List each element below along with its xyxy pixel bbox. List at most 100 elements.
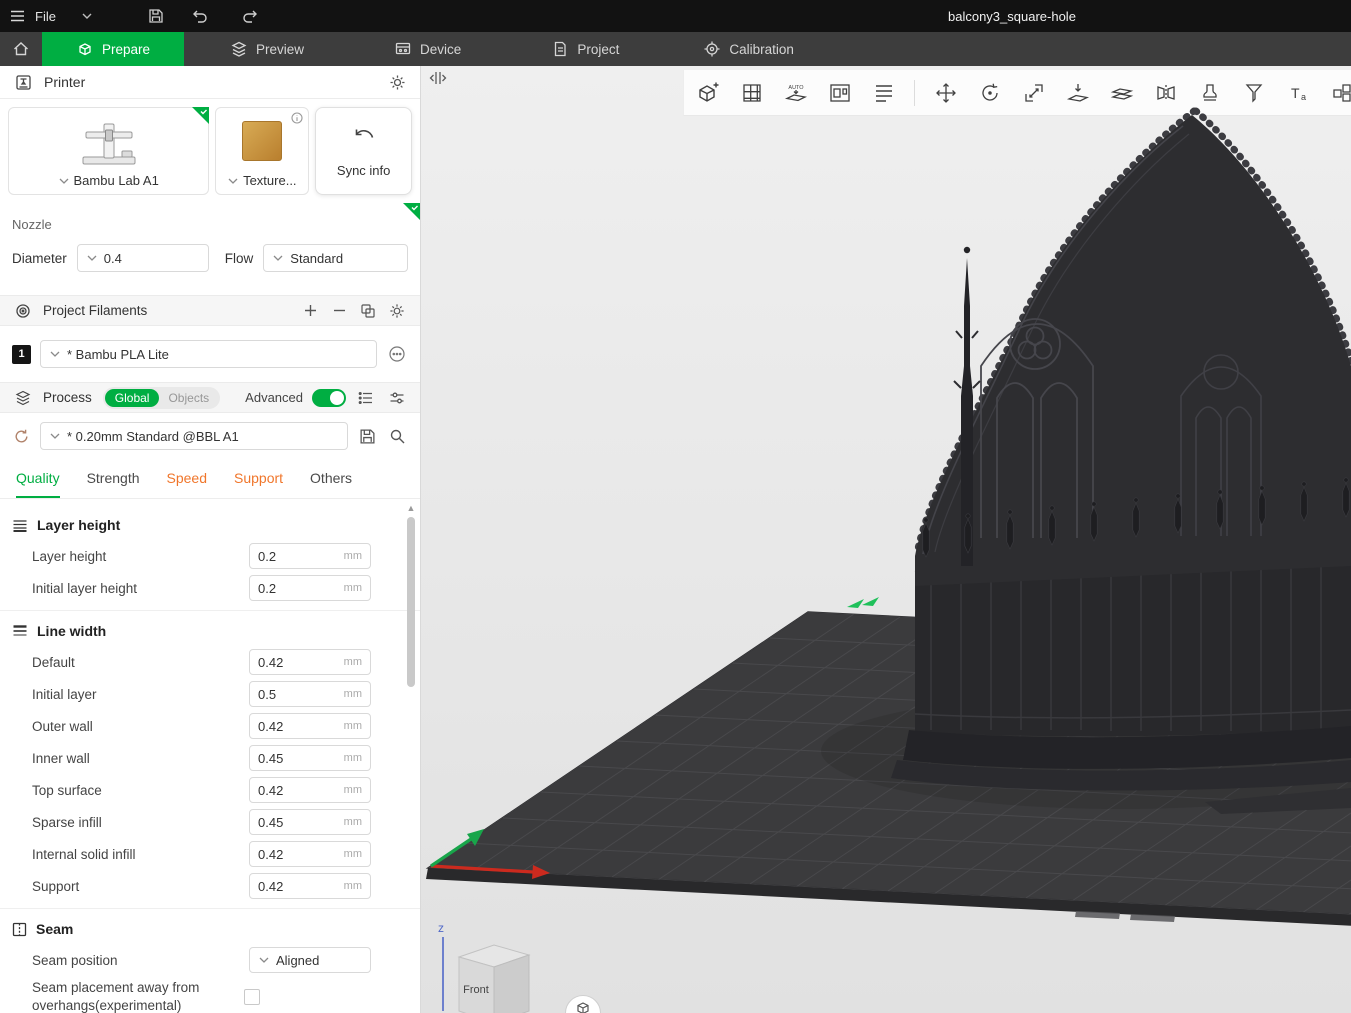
chevron-down-icon (59, 178, 69, 184)
file-menu[interactable]: File (31, 9, 60, 24)
process-scope-toggle[interactable]: Global Objects (103, 387, 220, 409)
nozzle-section: Nozzle Diameter 0.4 Flow Standard (0, 203, 420, 295)
process-icon (12, 387, 34, 409)
line-width-top-surface-input[interactable]: 0.42mm (249, 777, 371, 803)
add-filament-button[interactable] (299, 300, 321, 322)
chevron-down-icon (228, 178, 238, 184)
settings-scrollbar[interactable]: ▲ (405, 503, 417, 1007)
filament-row: 1 * Bambu PLA Lite (0, 326, 420, 382)
layer-height-input[interactable]: 0.2 mm (249, 543, 371, 569)
view-cube[interactable]: Front (449, 933, 539, 1013)
process-tab-speed[interactable]: Speed (167, 459, 207, 498)
tab-label: Device (420, 42, 461, 57)
plate-select-card[interactable]: Texture... (215, 107, 309, 195)
nozzle-section-title: Nozzle (12, 217, 408, 232)
tab-device[interactable]: Device (372, 32, 483, 66)
filament-settings-gear-icon[interactable] (386, 300, 408, 322)
group-title: Line width (37, 623, 106, 639)
tab-label: Project (577, 42, 619, 57)
advanced-label: Advanced (245, 390, 303, 405)
model-gothic-dome[interactable] (891, 111, 1351, 791)
info-icon[interactable] (291, 112, 303, 124)
printer-section-header: Printer (0, 66, 420, 99)
titlebar-chevron-down-icon[interactable] (76, 0, 98, 32)
remove-filament-button[interactable] (328, 300, 350, 322)
seam-position-select[interactable]: Aligned (249, 947, 371, 973)
home-tab[interactable] (0, 32, 42, 66)
hamburger-menu-icon[interactable] (4, 0, 31, 32)
redo-button[interactable] (236, 0, 266, 32)
nozzle-diameter-select[interactable]: 0.4 (77, 244, 209, 272)
filaments-section-title: Project Filaments (43, 303, 147, 318)
prepare-icon (76, 40, 94, 58)
flush-volumes-button[interactable] (357, 300, 379, 322)
scrollbar-up-arrow[interactable]: ▲ (405, 503, 417, 513)
scope-objects[interactable]: Objects (159, 389, 218, 407)
chevron-down-icon (87, 255, 97, 261)
line-width-sparse-infill-input[interactable]: 0.45mm (249, 809, 371, 835)
chevron-down-icon (259, 957, 269, 963)
process-tab-others[interactable]: Others (310, 459, 352, 498)
filament-color-badge[interactable]: 1 (12, 345, 31, 364)
filament-select[interactable]: * Bambu PLA Lite (40, 340, 377, 368)
save-button[interactable] (142, 0, 170, 32)
scrollbar-thumb[interactable] (407, 517, 415, 687)
document-title: balcony3_square-hole (948, 0, 1076, 32)
settings-scroll-area: Layer height Layer height 0.2 mm Initial… (0, 499, 420, 1013)
flow-select[interactable]: Standard (263, 244, 408, 272)
printer-settings-gear-icon[interactable] (386, 71, 408, 93)
titlebar: File balcony3_square-hole (0, 0, 1351, 32)
project-icon (551, 40, 569, 58)
compare-presets-icon[interactable] (355, 387, 377, 409)
group-title: Seam (36, 921, 73, 937)
group-header-layer-height: Layer height (0, 507, 420, 540)
tab-label: Preview (256, 42, 304, 57)
initial-layer-height-input[interactable]: 0.2 mm (249, 575, 371, 601)
search-preset-icon[interactable] (386, 425, 408, 447)
viewport-3d[interactable]: AUTO (421, 66, 1351, 1013)
seam-placement-checkbox[interactable] (244, 989, 260, 1005)
chevron-down-icon (50, 433, 60, 439)
tab-calibration[interactable]: Calibration (681, 32, 816, 66)
sync-info-label: Sync info (337, 163, 390, 178)
tab-label: Prepare (102, 42, 150, 57)
undo-button[interactable] (184, 0, 214, 32)
line-width-inner-wall-input[interactable]: 0.45mm (249, 745, 371, 771)
line-width-support-input[interactable]: 0.42mm (249, 873, 371, 899)
seam-icon (12, 922, 27, 937)
preset-name: * 0.20mm Standard @BBL A1 (67, 429, 239, 444)
printer-select-card[interactable]: Bambu Lab A1 (8, 107, 209, 195)
process-tab-support[interactable]: Support (234, 459, 283, 498)
synced-flag-icon (192, 107, 209, 124)
printer-image (77, 114, 141, 173)
process-tab-quality[interactable]: Quality (16, 459, 60, 498)
layer-height-icon (12, 518, 28, 532)
filament-menu-icon[interactable] (386, 343, 408, 365)
filament-name: * Bambu PLA Lite (67, 347, 169, 362)
process-section-header: Process Global Objects Advanced (0, 382, 420, 413)
tab-project[interactable]: Project (529, 32, 641, 66)
flow-value: Standard (290, 251, 343, 266)
filaments-section-header: Project Filaments (0, 295, 420, 326)
filament-icon (12, 300, 34, 322)
advanced-toggle[interactable] (312, 389, 346, 407)
reset-preset-icon[interactable] (10, 425, 32, 447)
line-width-default-input[interactable]: 0.42mm (249, 649, 371, 675)
setting-row: Layer height 0.2 mm (0, 540, 420, 572)
group-header-seam: Seam (0, 911, 420, 944)
chevron-down-icon (50, 351, 60, 357)
tab-preview[interactable]: Preview (208, 32, 326, 66)
line-width-internal-solid-infill-input[interactable]: 0.42mm (249, 841, 371, 867)
tab-prepare[interactable]: Prepare (42, 32, 184, 66)
nozzle-diameter-value: 0.4 (104, 251, 122, 266)
line-width-outer-wall-input[interactable]: 0.42mm (249, 713, 371, 739)
scope-global[interactable]: Global (105, 389, 160, 407)
tab-label: Calibration (729, 42, 794, 57)
save-preset-icon[interactable] (356, 425, 378, 447)
process-tab-strength[interactable]: Strength (87, 459, 140, 498)
customize-settings-icon[interactable] (386, 387, 408, 409)
sync-info-button[interactable]: Sync info (315, 107, 412, 195)
process-preset-select[interactable]: * 0.20mm Standard @BBL A1 (40, 422, 348, 450)
scene-canvas[interactable] (421, 66, 1351, 1013)
line-width-initial-layer-input[interactable]: 0.5mm (249, 681, 371, 707)
